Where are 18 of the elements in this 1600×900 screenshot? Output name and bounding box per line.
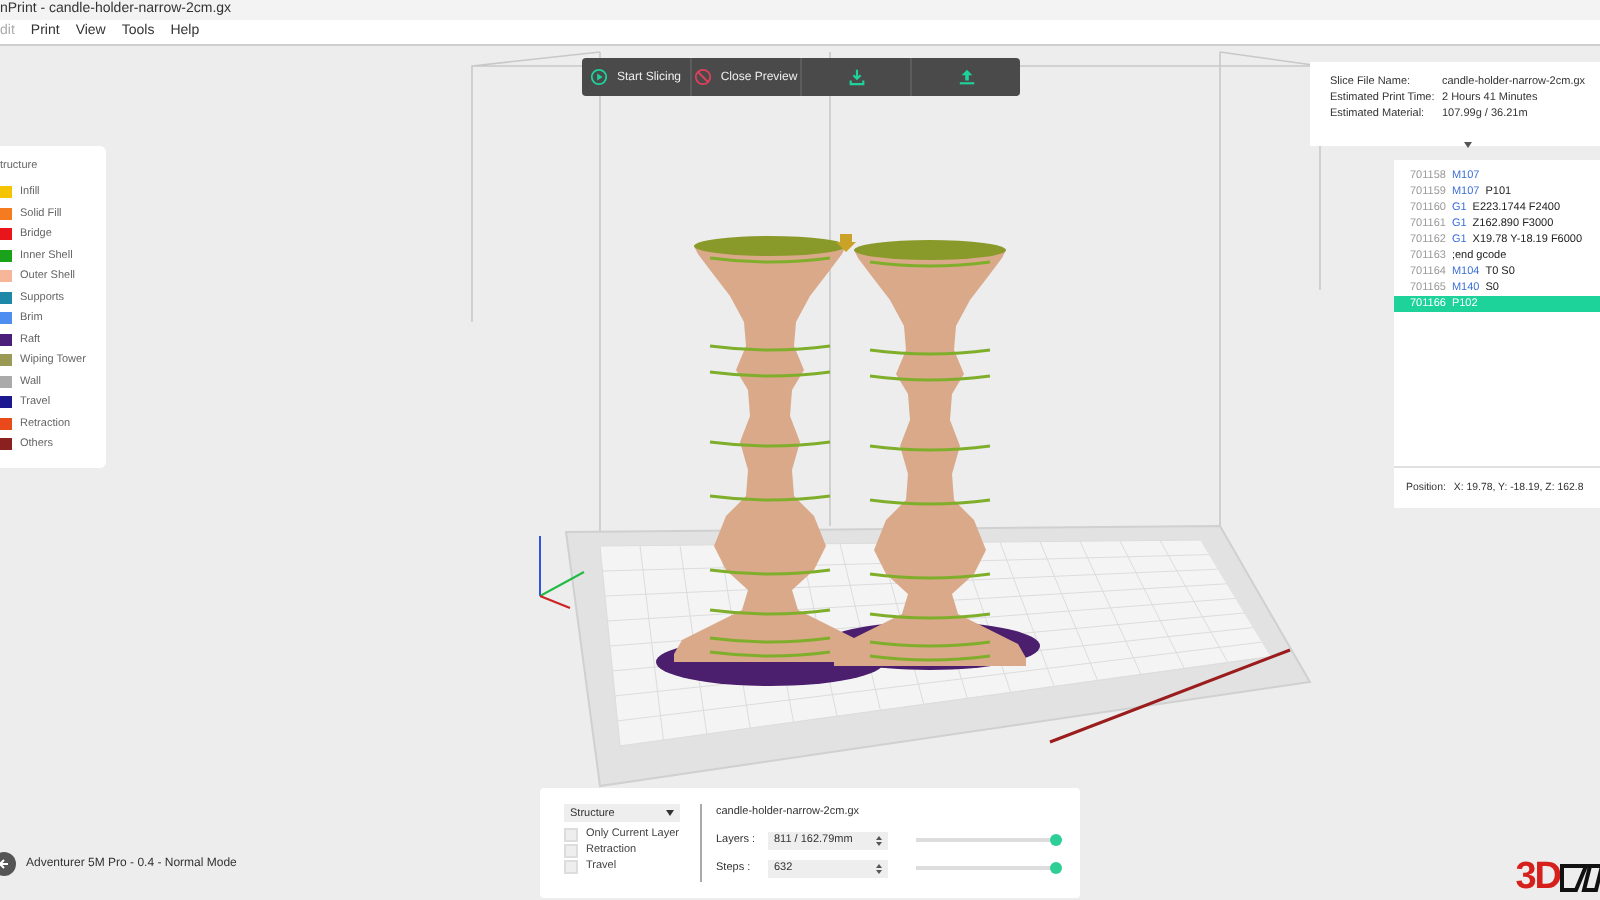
axis-gizmo-drawing bbox=[539, 535, 585, 609]
arrow-marker-icon bbox=[836, 234, 856, 252]
download-icon bbox=[847, 68, 865, 86]
checkbox[interactable] bbox=[564, 843, 578, 857]
spinner-arrows-icon bbox=[876, 863, 882, 873]
logo-icon bbox=[1560, 862, 1600, 894]
no-entry-icon bbox=[694, 68, 713, 86]
slider-thumb[interactable] bbox=[1050, 861, 1062, 874]
spinner-arrows-icon bbox=[876, 835, 882, 845]
slider-thumb[interactable] bbox=[1050, 833, 1062, 846]
upload-tray-icon bbox=[957, 68, 975, 86]
back-arrow-icon[interactable] bbox=[0, 852, 20, 876]
logo-text: 3D bbox=[1515, 856, 1560, 900]
caret-icon bbox=[666, 810, 674, 816]
checkbox[interactable] bbox=[564, 859, 578, 873]
play-circle-icon bbox=[590, 68, 609, 86]
caret-icon[interactable] bbox=[1464, 142, 1472, 148]
checkbox[interactable] bbox=[564, 827, 578, 841]
